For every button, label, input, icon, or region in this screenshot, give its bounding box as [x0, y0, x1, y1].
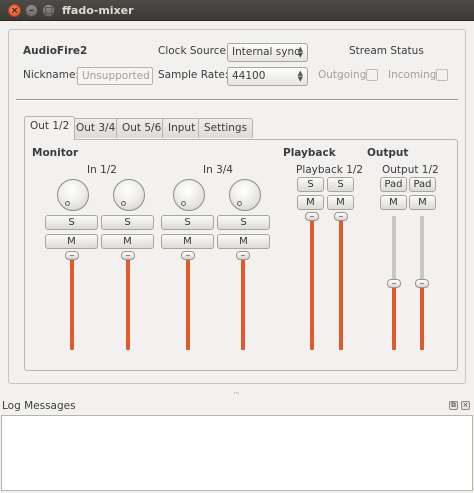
mute-button[interactable]: M — [409, 195, 436, 210]
pan-knob[interactable] — [57, 179, 89, 211]
fader-handle[interactable] — [121, 251, 135, 260]
playback-section-title: Playback — [283, 147, 336, 159]
fader-handle[interactable] — [65, 251, 79, 260]
close-window-button[interactable]: × — [8, 4, 21, 17]
sample-rate-label: Sample Rate: — [158, 69, 229, 81]
incoming-label: Incoming — [388, 69, 437, 81]
knob-indicator-icon — [237, 201, 242, 206]
nickname-label: Nickname: — [23, 69, 79, 81]
mute-button[interactable]: M — [101, 234, 154, 249]
window-title: ffado-mixer — [62, 4, 134, 17]
solo-button[interactable]: S — [101, 215, 154, 230]
knob-indicator-icon — [181, 201, 186, 206]
fader-handle[interactable] — [334, 212, 348, 221]
incoming-checkbox[interactable] — [436, 69, 448, 81]
knob-indicator-icon — [65, 201, 70, 206]
playback-1-2-label: Playback 1/2 — [296, 164, 364, 176]
nickname-field[interactable]: Unsupported — [77, 67, 153, 85]
fader-track-inactive — [392, 216, 396, 283]
pad-button[interactable]: Pad — [409, 177, 436, 192]
clock-source-label: Clock Source: — [158, 45, 230, 57]
separator — [16, 99, 458, 101]
mute-button[interactable]: M — [297, 195, 324, 210]
device-name: AudioFire2 — [23, 45, 88, 57]
tab-out-3-4[interactable]: Out 3/4 — [70, 118, 122, 138]
outgoing-label: Outgoing — [318, 69, 367, 81]
mute-button[interactable]: M — [380, 195, 407, 210]
monitor-section-title: Monitor — [32, 147, 79, 159]
float-dock-icon[interactable]: ⧉ — [449, 401, 458, 410]
sample-rate-value: 44100 — [232, 70, 266, 82]
in-1-2-label: In 1/2 — [87, 164, 117, 176]
title-bar: × – □ ffado-mixer — [0, 0, 474, 21]
tab-input[interactable]: Input — [162, 118, 202, 138]
mute-button[interactable]: M — [161, 234, 214, 249]
maximize-window-button[interactable]: □ — [42, 4, 55, 17]
stream-status-label: Stream Status — [349, 45, 424, 57]
output-1-2-label: Output 1/2 — [382, 164, 439, 176]
solo-button[interactable]: S — [297, 177, 324, 192]
fader-track-active — [186, 255, 190, 350]
solo-button[interactable]: S — [327, 177, 354, 192]
close-dock-icon[interactable]: × — [461, 401, 470, 410]
mute-button[interactable]: M — [45, 234, 98, 249]
fader-track-active — [70, 255, 74, 350]
mute-button[interactable]: M — [327, 195, 354, 210]
fader-handle[interactable] — [387, 279, 401, 288]
log-messages-title: Log Messages — [2, 400, 76, 412]
pan-knob[interactable] — [173, 179, 205, 211]
fader-track-active — [392, 283, 396, 350]
outgoing-checkbox[interactable] — [366, 69, 378, 81]
pan-knob[interactable] — [229, 179, 261, 211]
clock-source-value: Internal sync — [232, 46, 300, 58]
fader-handle[interactable] — [415, 279, 429, 288]
solo-button[interactable]: S — [45, 215, 98, 230]
pad-button[interactable]: Pad — [380, 177, 407, 192]
in-3-4-label: In 3/4 — [203, 164, 233, 176]
fader-track-active — [241, 255, 245, 350]
solo-button[interactable]: S — [161, 215, 214, 230]
fader-handle[interactable] — [305, 212, 319, 221]
minimize-window-button[interactable]: – — [25, 4, 38, 17]
knob-indicator-icon — [121, 201, 126, 206]
mute-button[interactable]: M — [217, 234, 270, 249]
sample-rate-select[interactable]: 44100 ▲ ▼ — [227, 67, 308, 86]
clock-source-select[interactable]: Internal sync ▲ ▼ — [227, 43, 308, 62]
pan-knob[interactable] — [113, 179, 145, 211]
solo-button[interactable]: S — [217, 215, 270, 230]
splitter-handle[interactable]: ··· — [233, 389, 240, 399]
tab-settings[interactable]: Settings — [198, 118, 254, 138]
fader-handle[interactable] — [181, 251, 195, 260]
fader-handle[interactable] — [236, 251, 250, 260]
fader-track-active — [339, 216, 343, 350]
fader-track-active — [420, 283, 424, 350]
fader-track-active — [310, 216, 314, 350]
updown-arrows-icon: ▲ ▼ — [297, 69, 303, 83]
fader-track-active — [126, 255, 130, 350]
output-section-title: Output — [367, 147, 409, 159]
updown-arrows-icon: ▲ ▼ — [297, 45, 303, 59]
log-messages-area[interactable] — [1, 415, 473, 491]
tab-out-1-2[interactable]: Out 1/2 — [24, 116, 76, 140]
tab-out-5-6[interactable]: Out 5/6 — [116, 118, 168, 138]
fader-track-inactive — [420, 216, 424, 283]
